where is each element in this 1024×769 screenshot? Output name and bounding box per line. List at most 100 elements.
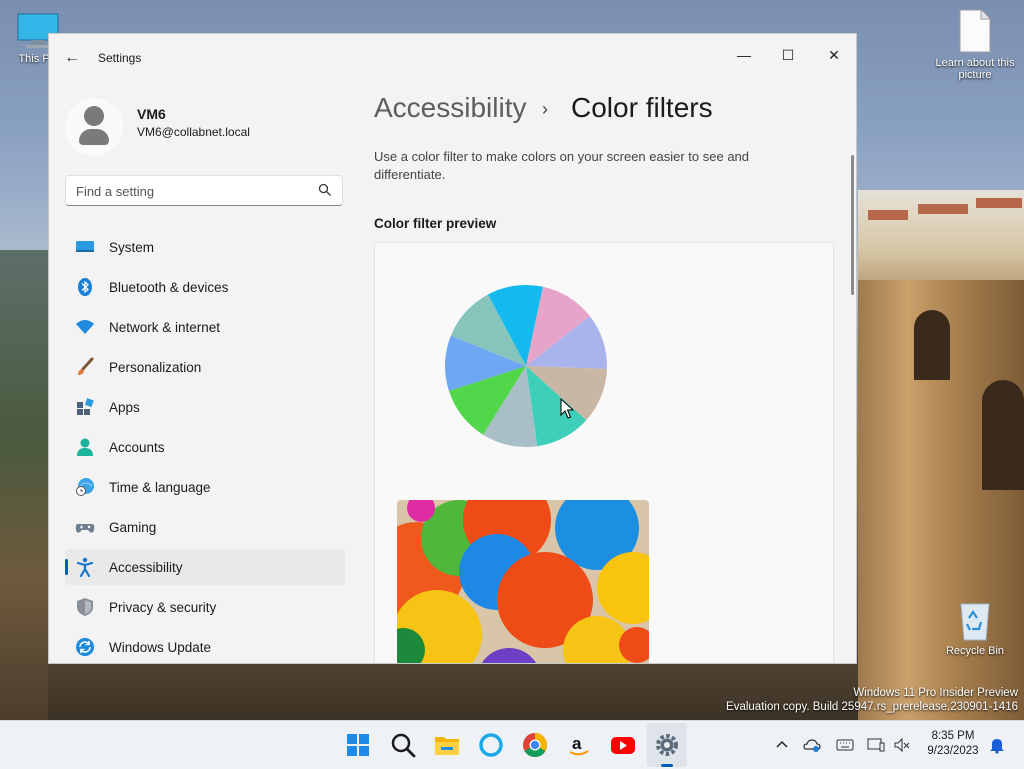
apps-icon [77,398,94,415]
sidebar-item-accounts[interactable]: Accounts [65,429,345,465]
taskbar: a 8:35 PM 9/23/2023 [0,720,1024,769]
maximize-button[interactable]: ☐ [773,42,803,68]
bridge-arch [982,380,1024,490]
sidebar-item-accessibility[interactable]: Accessibility [65,549,345,585]
youtube-icon[interactable] [609,731,637,759]
display-icon[interactable] [867,736,885,754]
page-description: Use a color filter to make colors on you… [374,149,750,182]
update-icon [76,638,94,656]
title-bar[interactable]: ← Settings — ☐ ✕ [49,34,856,82]
avatar-body [79,129,109,145]
sidebar-item-label: Time & language [109,480,211,495]
accessibility-icon [76,557,94,577]
watermark-line1: Windows 11 Pro Insider Preview [853,687,1018,699]
mouse-cursor-icon [560,398,574,419]
clock-time: 8:35 PM [931,730,975,742]
sidebar-item-gaming[interactable]: Gaming [65,509,345,545]
wifi-icon [76,320,94,334]
chevron-up-icon[interactable] [773,736,791,754]
cortana-icon[interactable] [477,731,505,759]
brush-icon [78,357,94,375]
town-roof [918,204,968,214]
onedrive-status-icon[interactable] [803,736,821,754]
maximize-icon: ☐ [781,47,795,63]
paper-fans-image [397,500,649,663]
sidebar-item-label: Bluetooth & devices [109,280,229,295]
search-icon[interactable] [389,731,417,759]
breadcrumb-chevron-icon: › [542,99,548,119]
sidebar-item-privacy[interactable]: Privacy & security [65,589,345,625]
volume-muted-icon[interactable] [893,736,911,754]
bluetooth-icon [78,278,92,296]
active-indicator [65,559,68,575]
sidebar-item-system[interactable]: System [65,229,345,265]
clock-date: 9/23/2023 [927,745,979,757]
settings-taskbar-button[interactable] [647,723,687,767]
active-app-indicator [661,764,673,767]
sidebar-item-apps[interactable]: Apps [65,389,345,425]
user-email: VM6@collabnet.local [137,125,250,139]
sidebar-item-bluetooth[interactable]: Bluetooth & devices [65,269,345,305]
sidebar-item-label: Gaming [109,520,157,535]
breadcrumb-parent[interactable]: Accessibility [374,92,526,124]
keyboard-icon[interactable] [836,736,854,754]
sidebar-item-network[interactable]: Network & internet [65,309,345,345]
notification-bell-icon[interactable] [988,736,1006,754]
page-title: Color filters [571,92,713,123]
sidebar-item-label: Network & internet [109,320,221,335]
preview-paper-fans-photo [397,500,649,663]
close-icon: ✕ [828,47,840,63]
sidebar-item-label: Apps [109,400,140,415]
learn-about-picture-desktop-icon[interactable]: Learn about this picture [935,8,1015,81]
minimize-icon: — [737,47,751,63]
search-input[interactable]: Find a setting [65,175,343,206]
back-button[interactable]: ← [61,48,83,68]
watermark-line2: Evaluation copy. Build 25947.rs_prerelea… [726,701,1018,713]
accounts-icon [77,438,93,456]
preview-color-wheel [445,285,607,447]
town-roof [868,210,908,220]
desktop-town [858,190,1024,290]
user-name: VM6 [137,106,166,122]
avatar[interactable] [65,98,123,156]
sidebar-item-label: Windows Update [109,640,212,655]
settings-window: ← Settings — ☐ ✕ VM6 VM6@collabnet.local… [48,33,857,664]
desktop-hillside [0,250,48,720]
globe-clock-icon [76,478,94,496]
town-roof [976,198,1022,208]
window-title: Settings [98,51,142,65]
learn-about-picture-label: Learn about this picture [935,57,1015,81]
sidebar-item-time-language[interactable]: Time & language [65,469,345,505]
settings-icon [656,734,678,756]
sidebar-item-label: Privacy & security [109,600,217,615]
os-watermark: Windows 11 Pro Insider Preview Evaluatio… [726,686,1018,714]
minimize-button[interactable]: — [729,42,759,68]
sidebar-item-label: Personalization [109,360,202,375]
windows-start-icon[interactable] [344,731,372,759]
amazon-icon[interactable]: a [565,731,593,759]
sidebar-item-label: Accounts [109,440,165,455]
sidebar-item-label: System [109,240,155,255]
content-scrollbar[interactable] [851,155,854,295]
file-explorer-icon[interactable] [433,731,461,759]
controller-icon [75,524,95,533]
taskbar-clock[interactable]: 8:35 PM 9/23/2023 [918,729,988,759]
back-arrow-icon: ← [64,49,80,66]
shield-icon [77,598,93,616]
sidebar-item-label: Accessibility [109,560,183,575]
search-placeholder: Find a setting [76,184,155,199]
sidebar-item-windows-update[interactable]: Windows Update [65,629,345,663]
search-icon[interactable] [318,183,332,197]
recycle-bin-desktop-icon[interactable]: Recycle Bin [935,598,1015,657]
content-pane: Accessibility › Color filters Use a colo… [359,82,849,663]
recycle-bin-icon [960,603,990,641]
close-button[interactable]: ✕ [819,42,849,68]
svg-text:a: a [572,734,582,753]
recycle-bin-label: Recycle Bin [945,645,1005,657]
section-title: Color filter preview [374,216,497,231]
color-filter-preview-card [374,242,834,663]
bridge-arch [914,310,950,380]
system-icon [76,241,94,252]
sidebar-item-personalization[interactable]: Personalization [65,349,345,385]
chrome-icon[interactable] [521,731,549,759]
